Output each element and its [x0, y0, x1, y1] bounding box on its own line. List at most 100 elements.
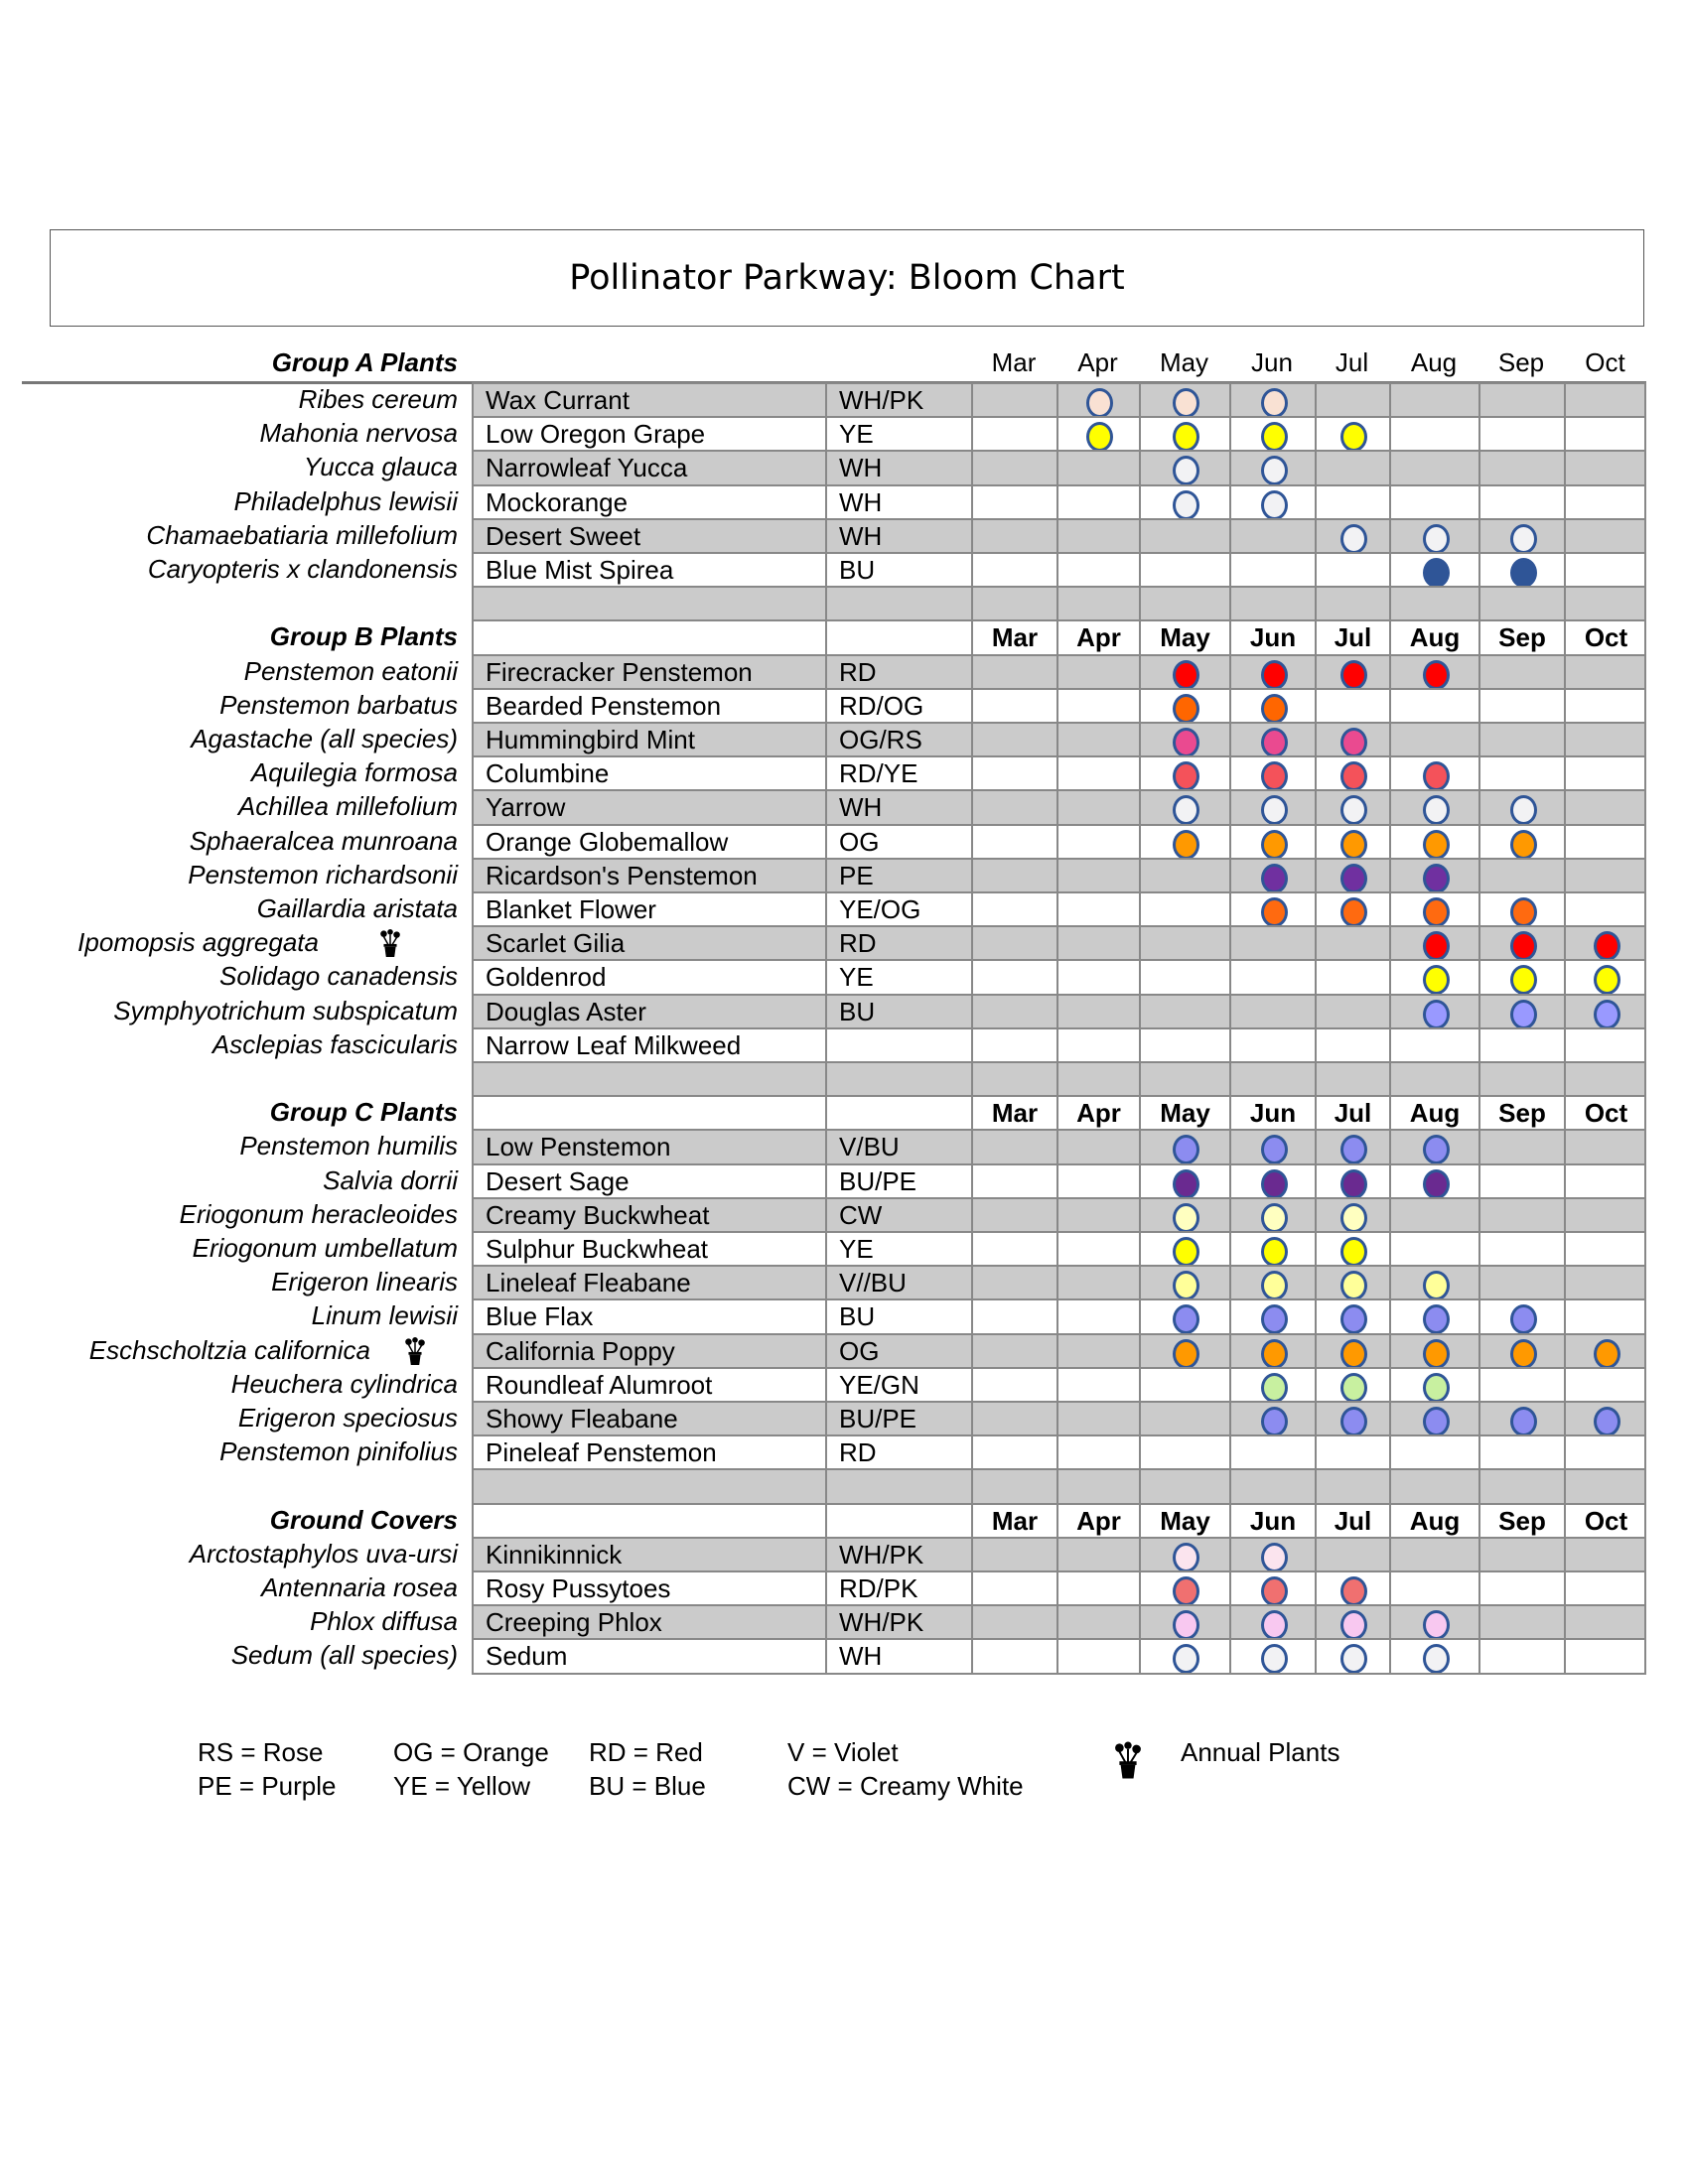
month-cell [1315, 450, 1389, 484]
month-cell [1478, 382, 1564, 417]
bloom-dot [1340, 1610, 1367, 1639]
month-cell [971, 1536, 1056, 1570]
plant-row: Aquilegia formosa Columbine RD/YE [0, 755, 1688, 790]
month-cell [1389, 1231, 1478, 1266]
scientific-name: Gaillardia aristata [256, 893, 458, 923]
color-code-cell: YE [825, 959, 971, 994]
scientific-name: Eriogonum heracleoides [179, 1198, 458, 1229]
month-cell: Apr [1056, 1502, 1139, 1537]
scientific-name: Sphaeralcea munroana [189, 825, 458, 856]
month-cell [1389, 925, 1478, 960]
month-cell [1389, 1536, 1478, 1570]
common-name-cell: Blanket Flower [472, 891, 825, 926]
month-cell [1056, 823, 1139, 858]
month-cell [1229, 1196, 1315, 1231]
legend-og: OG = Orange [393, 1737, 549, 1767]
bloom-dot [1260, 863, 1288, 891]
scientific-name: Philadelphus lewisii [233, 485, 458, 516]
plant-row: Penstemon eatonii Firecracker Penstemon RD [0, 653, 1688, 688]
month-cell [971, 959, 1056, 994]
month-cell: Oct [1564, 1095, 1646, 1130]
month-cell [1315, 823, 1389, 858]
color-code-cell: YE/OG [825, 891, 971, 926]
legend-bu: BU = Blue [589, 1771, 706, 1801]
common-name-cell: Orange Globemallow [472, 823, 825, 858]
month-cell [1389, 891, 1478, 926]
bloom-dot [1422, 1372, 1450, 1401]
month-cell [971, 823, 1056, 858]
color-code-cell: RD/PK [825, 1570, 971, 1605]
common-name-cell: Douglas Aster [472, 993, 825, 1027]
bloom-dot [1422, 931, 1450, 960]
month-cell [1315, 1162, 1389, 1197]
month-cell [1139, 552, 1229, 587]
month-cell: Jul [1315, 619, 1389, 654]
plant-row: Caryopteris x clandonensis Blue Mist Spir… [0, 552, 1688, 587]
month-cell [1478, 1026, 1564, 1061]
month-cell [1389, 586, 1478, 620]
month-cell [1056, 1332, 1139, 1367]
month-cell [971, 1231, 1056, 1266]
bloom-dot [1422, 659, 1450, 688]
month-cell [1478, 789, 1564, 824]
month-cell [971, 993, 1056, 1027]
bloom-dot [1509, 1407, 1537, 1435]
month-cell [1389, 1298, 1478, 1333]
month-cell [1315, 653, 1389, 688]
color-code-cell: WH/PK [825, 1536, 971, 1570]
month-cell [1478, 517, 1564, 552]
month-cell [971, 1570, 1056, 1605]
month-cell [1229, 1434, 1315, 1469]
month-cell [1389, 1061, 1478, 1096]
month-cell [1056, 1129, 1139, 1163]
month-cell [1564, 1604, 1646, 1639]
month-cell [1229, 687, 1315, 722]
month-cell [1139, 586, 1229, 620]
potted-flower-icon [1112, 1739, 1144, 1781]
color-code-cell [825, 586, 971, 620]
bloom-dot [1173, 1542, 1199, 1570]
month-cell [1564, 1129, 1646, 1163]
bloom-dot [1260, 422, 1288, 451]
common-name-cell: Showy Fleabane [472, 1401, 825, 1435]
month-cell [1478, 925, 1564, 960]
bloom-dot [1340, 1576, 1367, 1605]
month-cell [1315, 1434, 1389, 1469]
month-cell: Jun [1229, 1502, 1315, 1537]
group-title: Group A Plants [271, 347, 458, 377]
month-cell: May [1139, 1095, 1229, 1130]
month-cell [1564, 1332, 1646, 1367]
common-name-cell [472, 619, 825, 654]
plant-row: Agastache (all species) Hummingbird Mint O… [0, 722, 1688, 756]
bloom-dot [1173, 761, 1199, 790]
group-title: Ground Covers [269, 1504, 458, 1535]
bloom-dot [1422, 965, 1450, 994]
month-cell [1389, 1638, 1478, 1673]
color-code-cell: WH [825, 450, 971, 484]
scientific-name: Mahonia nervosa [259, 418, 458, 449]
color-code-cell: RD [825, 925, 971, 960]
scientific-name: Arctostaphylos uva-ursi [189, 1538, 458, 1569]
bloom-dot [1173, 1304, 1199, 1333]
month-cell: Aug [1389, 1502, 1478, 1537]
scientific-name: Phlox diffusa [310, 1606, 458, 1637]
month-cell [1564, 823, 1646, 858]
plant-row: Erigeron speciosus Showy Fleabane BU/PE [0, 1401, 1688, 1435]
month-header: Sep [1497, 347, 1545, 377]
month-cell [1478, 1434, 1564, 1469]
month-cell [971, 925, 1056, 960]
month-cell [1478, 1401, 1564, 1435]
spacer-row [0, 586, 1688, 620]
bloom-dot [1340, 422, 1367, 451]
month-cell [1056, 416, 1139, 451]
bloom-dot [1509, 1338, 1537, 1367]
month-cell [1315, 687, 1389, 722]
month-cell [1389, 1468, 1478, 1503]
month-cell [1478, 1604, 1564, 1639]
bloom-dot [1594, 931, 1620, 960]
scientific-name: Ipomopsis aggregata [77, 927, 319, 958]
month-cell [1389, 687, 1478, 722]
month-cell [1056, 993, 1139, 1027]
month-cell [1478, 993, 1564, 1027]
month-cell [1139, 1570, 1229, 1605]
